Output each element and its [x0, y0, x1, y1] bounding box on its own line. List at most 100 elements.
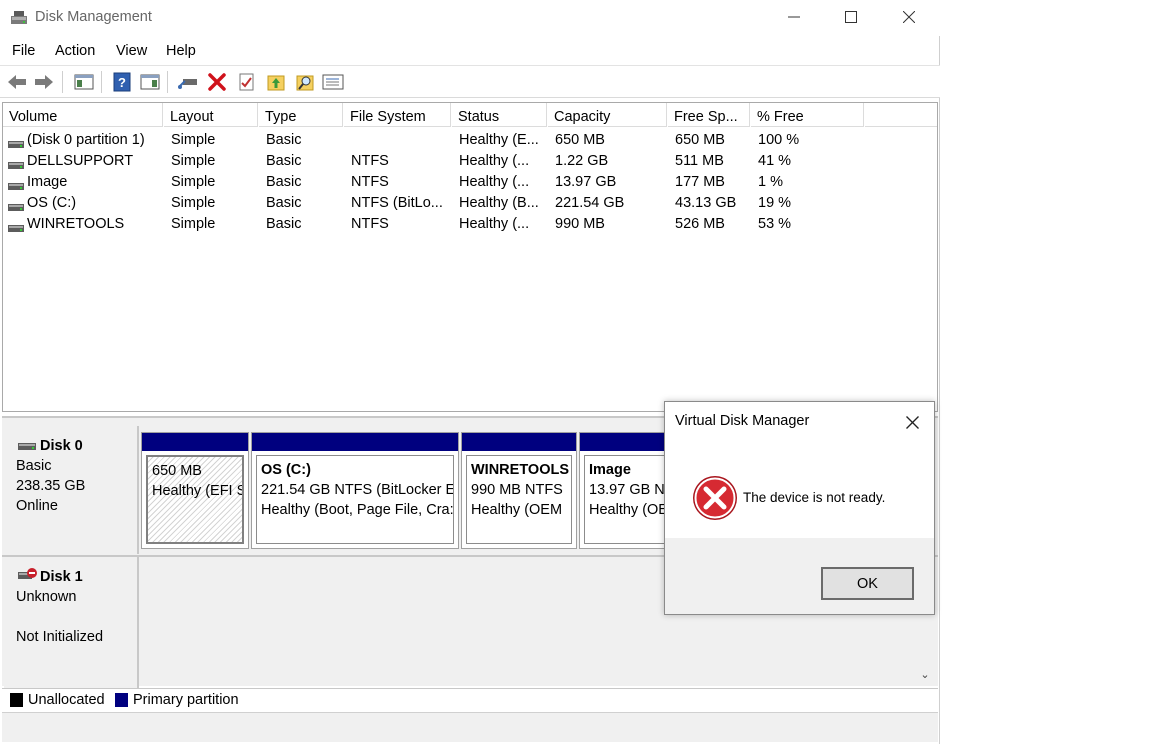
cell-file-system: NTFS — [351, 174, 389, 190]
help-icon[interactable]: ? — [111, 71, 133, 93]
volume-drive-icon — [8, 220, 24, 232]
partition-os-c[interactable]: OS (C:) 221.54 GB NTFS (BitLocker Er Hea… — [251, 432, 459, 549]
close-window-button[interactable] — [881, 0, 937, 34]
cell-type: Basic — [266, 153, 302, 169]
partition-body: OS (C:) 221.54 GB NTFS (BitLocker Er Hea… — [256, 455, 454, 544]
partition-efi[interactable]: 650 MB Healthy (EFI S — [141, 432, 249, 549]
toolbar: ? — [0, 65, 940, 98]
volume-drive-icon — [8, 157, 24, 169]
delete-icon[interactable] — [206, 71, 228, 93]
scroll-down-arrow-icon[interactable]: ⌄ — [918, 668, 932, 682]
cell-file-system: NTFS (BitLo... — [351, 195, 443, 211]
cell-free-space: 511 MB — [675, 153, 724, 169]
partition-status: Healthy (Boot, Page File, Cra: — [261, 502, 454, 518]
cell-volume: OS (C:) — [27, 195, 77, 211]
primary-partition-swatch — [115, 693, 128, 707]
table-row[interactable]: (Disk 0 partition 1) Simple Basic Health… — [3, 130, 937, 151]
column-header-status[interactable]: Status — [452, 103, 547, 127]
ok-button[interactable]: OK — [821, 567, 914, 600]
partition-winretools[interactable]: WINRETOOLS 990 MB NTFS Healthy (OEM — [461, 432, 577, 549]
column-header-volume[interactable]: Volume — [3, 103, 163, 127]
cell-capacity: 650 MB — [555, 132, 605, 148]
toolbar-separator — [101, 71, 102, 93]
volume-drive-icon — [8, 199, 24, 211]
legend: Unallocated Primary partition — [2, 688, 938, 712]
disk-management-icon — [10, 10, 28, 26]
minimize-button[interactable] — [766, 0, 822, 34]
cell-layout: Simple — [171, 195, 216, 211]
partition-body: Image 13.97 GB NT Healthy (OE — [584, 455, 674, 544]
disk-0-label[interactable]: Disk 0 Basic 238.35 GB Online — [4, 426, 139, 554]
disk-1-name: Disk 1 — [40, 569, 83, 585]
cell-free-space: 43.13 GB — [675, 195, 737, 211]
column-header-percent-free[interactable]: % Free — [751, 103, 864, 127]
cell-free-space: 177 MB — [675, 174, 725, 190]
cell-type: Basic — [266, 174, 302, 190]
table-row[interactable]: Image Simple Basic NTFS Healthy (... 13.… — [3, 172, 937, 193]
partition-status: Healthy (OE — [589, 502, 668, 518]
menu-help[interactable]: Help — [166, 43, 196, 59]
column-header-free-space[interactable]: Free Sp... — [668, 103, 750, 127]
primary-partition-bar — [252, 433, 458, 451]
cell-layout: Simple — [171, 216, 216, 232]
partition-size: 990 MB NTFS — [471, 482, 563, 498]
connect-virtual-disk-icon[interactable] — [177, 71, 199, 93]
cell-percent-free: 19 % — [758, 195, 792, 211]
partition-name: WINRETOOLS — [471, 462, 570, 478]
cell-type: Basic — [266, 195, 302, 211]
partition-size: 221.54 GB NTFS (BitLocker Er — [261, 482, 454, 498]
primary-partition-bar — [462, 433, 576, 451]
cell-type: Basic — [266, 132, 302, 148]
column-header-capacity[interactable]: Capacity — [548, 103, 667, 127]
disk-0-type: Basic — [16, 458, 52, 474]
cell-capacity: 990 MB — [555, 216, 605, 232]
disk-1-label[interactable]: Disk 1 Unknown Not Initialized — [4, 557, 139, 688]
dialog-footer: OK — [665, 538, 934, 614]
cell-percent-free: 100 % — [758, 132, 800, 148]
unallocated-swatch — [10, 693, 23, 707]
cell-free-space: 650 MB — [675, 132, 725, 148]
menu-action[interactable]: Action — [55, 43, 95, 59]
cell-file-system: NTFS — [351, 153, 389, 169]
table-row[interactable]: DELLSUPPORT Simple Basic NTFS Healthy (.… — [3, 151, 937, 172]
partition-name: OS (C:) — [261, 462, 311, 478]
cell-status: Healthy (... — [459, 174, 530, 190]
show-hide-console-tree-icon[interactable] — [73, 71, 95, 93]
volume-drive-icon — [8, 178, 24, 190]
cell-layout: Simple — [171, 132, 216, 148]
explore-search-icon[interactable] — [294, 71, 316, 93]
title-bar: Disk Management — [0, 0, 940, 36]
show-hide-action-pane-icon[interactable] — [139, 71, 161, 93]
disk-1-status: Not Initialized — [16, 629, 104, 645]
maximize-button[interactable] — [823, 0, 879, 34]
menu-bar: File Action View Help — [0, 40, 940, 62]
open-folder-up-icon[interactable] — [265, 71, 287, 93]
disk-0-name: Disk 0 — [40, 438, 83, 454]
column-header-type[interactable]: Type — [259, 103, 343, 127]
view-list-icon[interactable] — [322, 71, 344, 93]
cell-file-system: NTFS — [351, 216, 389, 232]
cell-status: Healthy (B... — [459, 195, 539, 211]
disk-0-status: Online — [16, 498, 58, 514]
cell-percent-free: 53 % — [758, 216, 792, 232]
menu-file[interactable]: File — [12, 43, 35, 59]
disk-icon — [18, 438, 36, 454]
cell-layout: Simple — [171, 153, 216, 169]
cell-capacity: 13.97 GB — [555, 174, 617, 190]
table-row[interactable]: WINRETOOLS Simple Basic NTFS Healthy (..… — [3, 214, 937, 235]
dialog-title: Virtual Disk Manager — [675, 413, 810, 429]
column-header-file-system[interactable]: File System — [344, 103, 451, 127]
disk-1-type: Unknown — [16, 589, 77, 605]
cell-volume: (Disk 0 partition 1) — [27, 132, 145, 148]
column-header-layout[interactable]: Layout — [164, 103, 258, 127]
dialog-close-button[interactable] — [902, 412, 922, 432]
primary-partition-bar — [142, 433, 248, 451]
properties-icon[interactable] — [236, 71, 258, 93]
forward-arrow-icon[interactable] — [33, 71, 55, 93]
back-arrow-icon[interactable] — [6, 71, 28, 93]
cell-volume: DELLSUPPORT — [27, 153, 134, 169]
table-row[interactable]: OS (C:) Simple Basic NTFS (BitLo... Heal… — [3, 193, 937, 214]
menu-view[interactable]: View — [116, 43, 147, 59]
volume-list[interactable]: Volume Layout Type File System Status Ca… — [2, 102, 938, 412]
cell-free-space: 526 MB — [675, 216, 725, 232]
